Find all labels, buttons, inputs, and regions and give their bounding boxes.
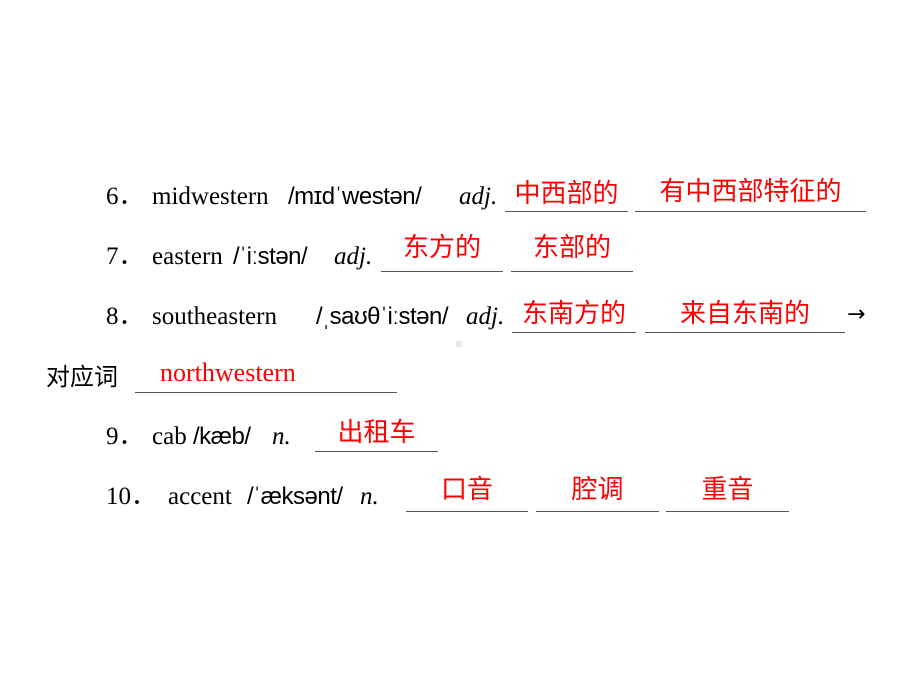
- arrow-right-icon: →: [847, 302, 866, 327]
- item-number: 8．: [106, 303, 144, 330]
- item-word: eastern: [152, 243, 223, 270]
- answer-blank: [666, 511, 789, 512]
- answer-text: 腔调: [571, 475, 624, 505]
- answer-blank: [315, 451, 438, 452]
- item-phonetic: /ˌsaʊθˈiːstən/: [316, 303, 449, 330]
- answer-blank: [511, 271, 633, 272]
- item-pos: adj.: [459, 183, 498, 210]
- answer-text: 口音: [440, 475, 493, 505]
- answer-blank: [512, 332, 636, 333]
- answer-blank: [135, 392, 397, 393]
- item-number: 10．: [106, 483, 157, 510]
- answer-text: 东方的: [402, 233, 481, 263]
- counterpart-answer: northwestern: [160, 358, 296, 387]
- slide-placeholder-marker: [456, 341, 462, 347]
- answer-blank: [406, 511, 528, 512]
- item-phonetic: /kæb/: [193, 423, 251, 450]
- item-pos: n.: [272, 423, 291, 450]
- answer-text: 有中西部特征的: [659, 177, 842, 207]
- answer-blank: [381, 271, 503, 272]
- answer-text: 来自东南的: [679, 299, 810, 329]
- answer-blank: [645, 332, 845, 333]
- item-word: accent: [168, 483, 232, 510]
- item-pos: adj.: [334, 243, 373, 270]
- answer-text: 中西部的: [514, 179, 619, 209]
- answer-blank: [505, 211, 628, 212]
- answer-blank: [635, 211, 866, 212]
- item-phonetic: /mɪdˈwestən/: [288, 183, 422, 210]
- answer-text: 东南方的: [521, 299, 626, 329]
- item-pos: n.: [360, 483, 379, 510]
- item-number: 6．: [106, 183, 144, 210]
- answer-blank: [536, 511, 659, 512]
- answer-text: 出租车: [337, 418, 416, 448]
- item-number: 7．: [106, 243, 144, 270]
- item-word: southeastern: [152, 303, 277, 330]
- item-number: 9．: [106, 423, 144, 450]
- answer-text: 重音: [701, 475, 754, 505]
- item-word: cab: [152, 423, 187, 450]
- item-phonetic: /ˈiːstən/: [233, 243, 308, 270]
- item-phonetic: /ˈæksənt/: [247, 483, 343, 510]
- counterpart-label: 对应词: [46, 363, 118, 391]
- answer-text: 东部的: [532, 233, 611, 263]
- item-pos: adj.: [466, 303, 505, 330]
- item-word: midwestern: [152, 183, 269, 210]
